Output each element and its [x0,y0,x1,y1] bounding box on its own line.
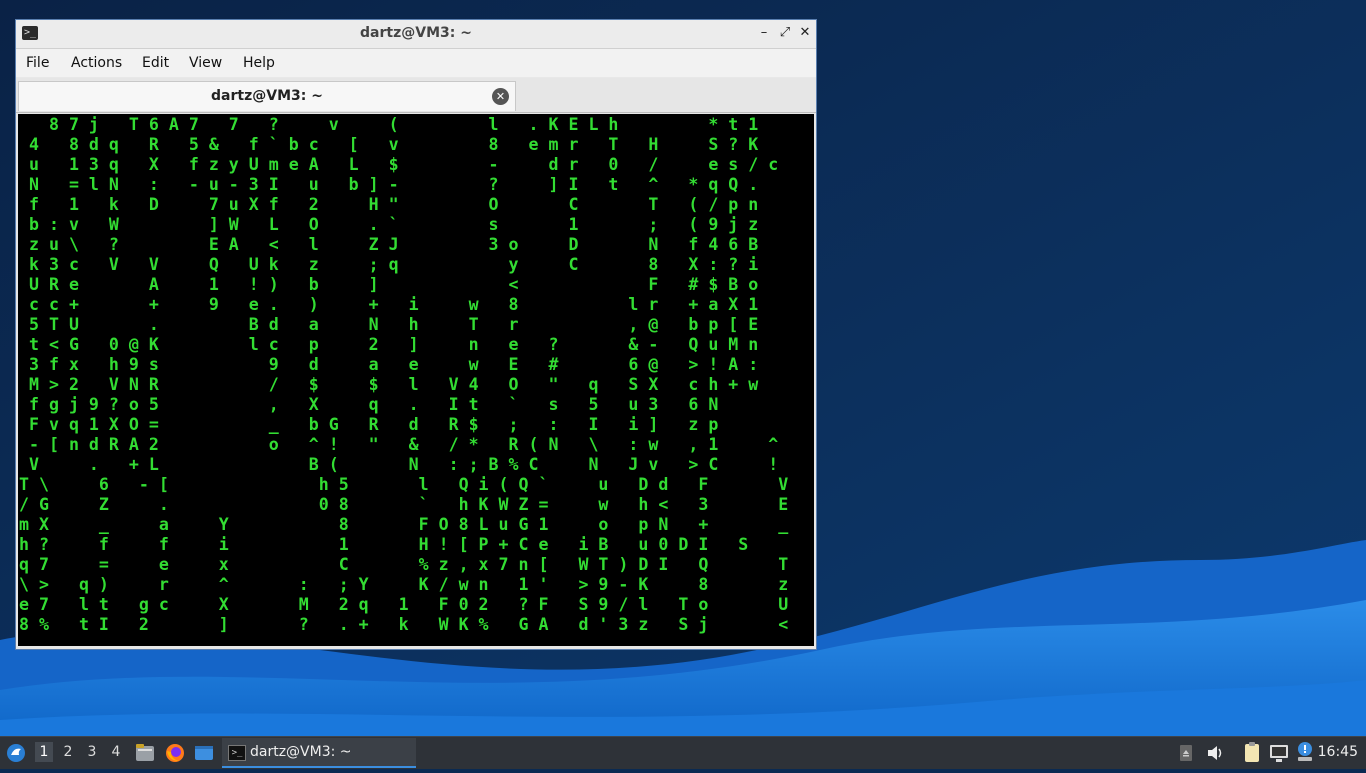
workspace-4[interactable]: 4 [107,744,125,760]
terminal-task-icon: >_ [228,745,246,761]
window-title: dartz@VM3: ~ [360,25,472,41]
notification-icon[interactable] [1294,737,1316,769]
workspace-2[interactable]: 2 [59,744,77,760]
taskbar-item-label: dartz@VM3: ~ [250,744,352,760]
terminal-output[interactable]: 8 7 j T 6 A 7 7 ? v ( l . K E L h * t 1 … [18,114,814,646]
menu-edit[interactable]: Edit [142,55,169,71]
taskbar-item-terminal[interactable]: >_ dartz@VM3: ~ [222,738,416,768]
menu-help[interactable]: Help [243,55,275,71]
tab-bar: dartz@VM3: ~ ✕ [16,78,816,113]
start-menu-icon[interactable] [4,737,28,769]
minimize-button[interactable]: – [756,25,772,41]
tab-label: dartz@VM3: ~ [211,88,323,104]
taskbar: 1 2 3 4 >_ dartz@VM3: ~ 16:45 [0,736,1366,769]
maximize-button[interactable]: ⤢ [777,25,793,41]
file-manager-icon[interactable] [134,737,156,769]
show-desktop-icon[interactable] [193,737,215,769]
terminal-tab[interactable]: dartz@VM3: ~ ✕ [18,81,516,111]
network-icon[interactable] [1267,737,1291,769]
menu-view[interactable]: View [189,55,222,71]
terminal-window[interactable]: >_ dartz@VM3: ~ – ⤢ ✕ File Actions Edit … [15,19,817,650]
workspace-3[interactable]: 3 [83,744,101,760]
clock: 16:45 [1317,744,1358,760]
volume-icon[interactable] [1205,737,1225,769]
menu-actions[interactable]: Actions [71,55,122,71]
workspace-1[interactable]: 1 [35,742,53,762]
firefox-icon[interactable] [163,737,187,769]
tab-close-icon[interactable]: ✕ [492,88,509,105]
clipboard-icon[interactable] [1241,737,1263,769]
eject-icon[interactable] [1178,737,1194,769]
menubar: File Actions Edit View Help [16,49,816,77]
menu-file[interactable]: File [26,55,49,71]
close-button[interactable]: ✕ [797,25,813,41]
matrix-rain-text: 8 7 j T 6 A 7 7 ? v ( l . K E L h * t 1 … [19,115,789,634]
window-titlebar[interactable]: >_ dartz@VM3: ~ – ⤢ ✕ [16,20,816,49]
